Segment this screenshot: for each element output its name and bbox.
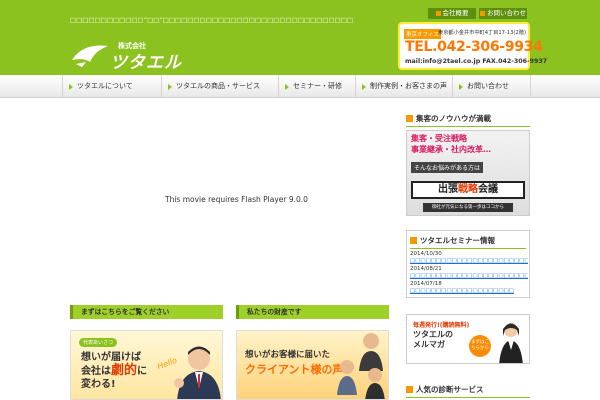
strategy-title-c: 会議 xyxy=(478,184,498,195)
nav-item-label: 制作実例・お客さまの声 xyxy=(370,82,447,90)
client-voices-line1: 想いがお客様に届いた xyxy=(245,350,331,360)
strategy-line2: 事業継承・社内改革… xyxy=(411,145,491,154)
section-title-assets: 私たちの財産です xyxy=(236,305,389,319)
strategy-title-a: 出張 xyxy=(438,184,458,195)
nav-item-services[interactable]: ツタエルの商品・サービス xyxy=(161,75,278,98)
contact-button[interactable]: お問い合わせ xyxy=(479,8,527,19)
bullet-icon xyxy=(435,10,441,16)
nav-item-works[interactable]: 制作実例・お客さまの声 xyxy=(355,75,452,98)
bird-logo-icon xyxy=(72,45,108,67)
popular-diagnosis-title: 人気の診断サービス xyxy=(406,382,530,398)
seminar-info-box: ツタエルセミナー情報 2014/10/30 □□□□□□□□□□□□□□□□□□… xyxy=(406,230,530,298)
strategy-line1: 集客・受注戦略 xyxy=(411,134,467,143)
nav-item-seminars[interactable]: セミナー・研修 xyxy=(278,75,355,98)
nav-item-contact[interactable]: お問い合わせ xyxy=(452,75,530,98)
strategy-title-b: 戦略 xyxy=(458,184,478,195)
square-bullet-icon xyxy=(406,386,413,393)
mail-magazine-title: ツタエルの メルマガ xyxy=(413,330,453,350)
company-profile-label: 会社概要 xyxy=(442,9,469,17)
flash-placeholder-message: This movie requires Flash Player 9.0.0 xyxy=(165,195,308,204)
strategy-footer: 御社が元気になる第一歩はココから xyxy=(423,203,513,212)
office-mail-fax[interactable]: mail:info@2tael.co.jp FAX.042-306-9937 xyxy=(405,58,547,65)
greeting-line3: 変わる! xyxy=(81,379,116,390)
nav-item-label: お問い合わせ xyxy=(467,82,509,90)
seminar-date: 2014/07/18 xyxy=(410,281,442,287)
strategy-line3: そんなお悩みがある方は xyxy=(411,162,484,173)
nav-divider xyxy=(530,75,531,98)
mail-magazine-tag: 毎週発行!(購読無料) xyxy=(413,322,470,329)
seminar-title: ツタエルセミナー情報 xyxy=(410,233,526,249)
bullet-icon xyxy=(480,10,485,16)
site-header: □□□□□□□□□□□□“□□”□□□□□□□□□□□□□□□□□□□□□□□□… xyxy=(0,0,600,75)
header-tagline: □□□□□□□□□□□□“□□”□□□□□□□□□□□□□□□□□□□□□□□□… xyxy=(70,16,354,24)
top-buttons: 会社概要 お問い合わせ xyxy=(428,8,527,19)
greeting-line2: 会社は劇的に xyxy=(81,364,147,378)
greeting-headline: 想いが届けば 会社は劇的に 変わる! xyxy=(81,351,147,391)
seminar-link[interactable]: □□□□□□□□□□□□□□□□□□□□□□□□□□□□□ xyxy=(410,258,528,265)
greeting-line2-a: 会社は xyxy=(81,366,111,377)
square-bullet-icon xyxy=(406,115,413,122)
client-voices-banner[interactable]: 想いがお客様に届いた クライアント様の声 xyxy=(236,330,389,400)
triangle-right-icon xyxy=(69,84,73,90)
list-item: 2014/10/30 □□□□□□□□□□□□□□□□□□□□□□□□□□□□□ xyxy=(410,251,528,265)
seminar-date: 2014/10/30 xyxy=(410,251,442,257)
seminar-title-text: ツタエルセミナー情報 xyxy=(420,236,495,245)
ceo-greeting-banner[interactable]: 代表あいさつ 想いが届けば 会社は劇的に 変わる! Hello xyxy=(70,330,223,400)
office-label: 東京オフィス xyxy=(404,29,441,39)
triangle-right-icon xyxy=(285,84,289,90)
strategy-meeting-title: 出張戦略会議 xyxy=(411,181,525,199)
mail-magazine-person-photo xyxy=(499,323,523,363)
office-address: 東京都小金井市中町4丁目17-13(2階) xyxy=(438,30,526,36)
greeting-line2-b: 劇的 xyxy=(111,363,138,378)
mail-magazine-banner[interactable]: 毎週発行!(購読無料) ツタエルの メルマガ まずはこちらから xyxy=(406,314,530,364)
page: □□□□□□□□□□□□“□□”□□□□□□□□□□□□□□□□□□□□□□□□… xyxy=(0,0,600,400)
clients-photo xyxy=(337,333,385,399)
seminar-date: 2014/08/21 xyxy=(410,266,442,272)
triangle-right-icon xyxy=(459,84,463,90)
mail-magazine-title1: ツタエルの xyxy=(413,330,453,339)
mail-magazine-start-button[interactable]: まずはこちらから xyxy=(469,335,491,357)
knowhow-title-text: 集客のノウハウが満載 xyxy=(416,114,491,123)
greeting-line2-c: に xyxy=(137,366,148,377)
nav-item-label: ツタエルについて xyxy=(77,82,133,90)
strategy-meeting-banner[interactable]: 集客・受注戦略 事業継承・社内改革… そんなお悩みがある方は 出張戦略会議 御社… xyxy=(406,130,530,216)
seminar-link[interactable]: □□□□□□□□□□□□□□□□□□□□□□□□ xyxy=(410,273,528,280)
contact-label: お問い合わせ xyxy=(487,9,526,17)
list-item: 2014/07/18 □□□□□□□□□□□□□□□□□□□□ xyxy=(410,281,528,295)
office-phone[interactable]: TEL.042-306-9934 xyxy=(405,39,543,55)
seminar-link[interactable]: □□□□□□□□□□□□□□□□□□□□ xyxy=(410,288,528,295)
list-item: 2014/08/21 □□□□□□□□□□□□□□□□□□□□□□□□ xyxy=(410,266,528,280)
square-bullet-icon xyxy=(410,237,417,244)
nav-item-label: セミナー・研修 xyxy=(293,82,342,90)
popular-diagnosis-title-text: 人気の診断サービス xyxy=(416,385,484,394)
triangle-right-icon xyxy=(362,84,366,90)
knowhow-title: 集客のノウハウが満載 xyxy=(406,111,530,127)
company-profile-button[interactable]: 会社概要 xyxy=(428,8,476,19)
mail-magazine-title2: メルマガ xyxy=(413,340,445,349)
greeting-badge: 代表あいさつ xyxy=(79,338,118,347)
contact-info-box: 東京オフィス 東京都小金井市中町4丁目17-13(2階) TEL.042-306… xyxy=(398,22,547,70)
global-nav: ツタエルについて ツタエルの商品・サービス セミナー・研修 制作実例・お客さまの… xyxy=(0,75,600,98)
nav-item-label: ツタエルの商品・サービス xyxy=(176,82,260,90)
triangle-right-icon xyxy=(168,84,172,90)
section-title-intro: まずはこちらをご覧ください xyxy=(70,305,223,319)
nav-item-about[interactable]: ツタエルについて xyxy=(62,75,161,98)
ceo-photo xyxy=(174,346,221,399)
logo-company-name[interactable]: ツタエル xyxy=(110,48,182,73)
